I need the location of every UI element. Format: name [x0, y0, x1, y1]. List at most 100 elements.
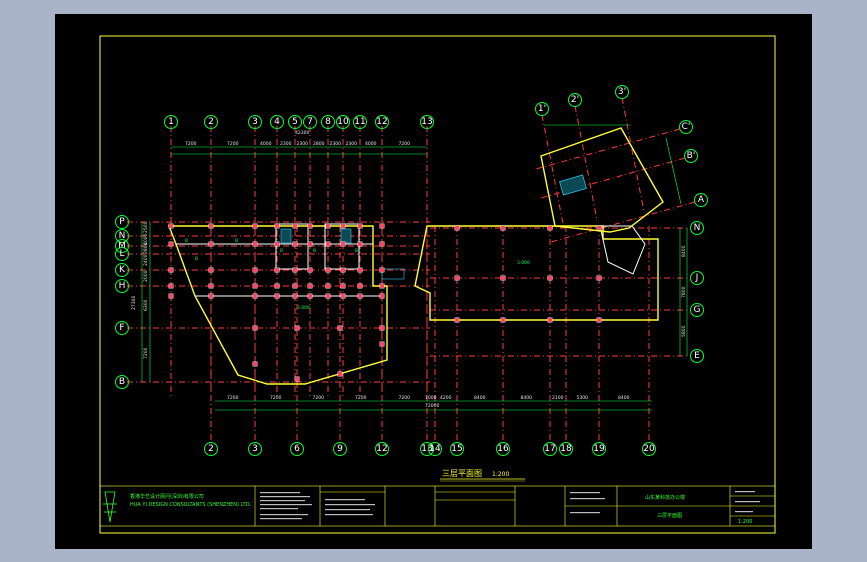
column: [292, 283, 298, 289]
column: [168, 283, 174, 289]
axis-label-bottom: 18: [560, 444, 572, 454]
room-tag: B: [235, 238, 238, 244]
dimension-bottom: 2100: [552, 395, 564, 401]
cad-window: 7200 7200 4000 2300 2300 2800 2300 2300 4000 7200…: [0, 0, 867, 562]
hall-level-tag: 3.000: [297, 305, 310, 311]
column: [357, 223, 363, 229]
axis-label-top: 11: [354, 117, 365, 127]
axis-label-bottom: 15: [451, 444, 462, 454]
column: [292, 241, 298, 247]
column: [500, 275, 506, 281]
left-total-dimension: 27300: [131, 296, 137, 310]
column: [325, 241, 331, 247]
column: [208, 283, 214, 289]
east-wing-outline: [414, 225, 659, 321]
axis-label-top: 13: [421, 117, 432, 127]
drawing-viewport[interactable]: 7200 7200 4000 2300 2300 2800 2300 2300 4000 7200…: [55, 14, 812, 549]
dimension-bottom: 7200: [355, 395, 367, 401]
company-logo: [103, 491, 117, 523]
dimension-bottom: 8400: [474, 395, 486, 401]
column: [547, 317, 553, 323]
dimension-bottom: 5300: [577, 395, 589, 401]
axis-label-top: 10: [337, 117, 349, 127]
drawing-title: 三层平面图: [442, 469, 482, 478]
axis-label-bottom: 16: [497, 444, 509, 454]
grid-line-rotated: [541, 114, 565, 230]
dimension-bottom: 1000: [425, 395, 437, 401]
dimension-bottom: 4200: [440, 395, 452, 401]
column: [274, 267, 280, 273]
bottom-total-dimension: 72000: [425, 403, 439, 409]
axis-label-top: 12: [376, 117, 387, 127]
axis-label-right: J: [695, 273, 699, 283]
east-hall-level-tag: 3.000: [517, 260, 530, 266]
dimension-left: 2500: [143, 221, 149, 233]
elevator-shaft-1: [280, 228, 292, 244]
tower-stair: [559, 174, 587, 196]
column: [274, 223, 280, 229]
structural-columns: [168, 223, 602, 382]
axis-label-bottom: 2: [208, 444, 214, 454]
axis-label-bottom: 9: [337, 444, 343, 454]
column: [340, 223, 346, 229]
column: [307, 241, 313, 247]
grid-line-rotated: [574, 105, 598, 221]
column: [292, 267, 298, 273]
column: [208, 223, 214, 229]
column: [379, 267, 385, 273]
column: [500, 225, 506, 231]
dimension-top: 4000: [260, 141, 272, 147]
column: [357, 267, 363, 273]
corner-stair: [599, 225, 646, 275]
column: [208, 241, 214, 247]
column: [292, 223, 298, 229]
floor-plan-drawing: 7200 7200 4000 2300 2300 2800 2300 2300 4000 7200…: [99, 35, 776, 534]
dimension-top: 7200: [227, 141, 239, 147]
axis-label-left: F: [119, 323, 124, 333]
column: [325, 267, 331, 273]
axis-label-tower: 2': [571, 95, 579, 105]
column: [252, 325, 258, 331]
column: [208, 267, 214, 273]
dimension-left: 2000: [143, 270, 149, 282]
dimension-top: 2300: [297, 141, 309, 147]
column: [340, 293, 346, 299]
axis-label-top: 8: [325, 117, 331, 127]
axis-label-tower: 3': [618, 87, 626, 97]
column: [357, 241, 363, 247]
column: [307, 267, 313, 273]
column: [307, 223, 313, 229]
column: [596, 225, 602, 231]
column: [274, 241, 280, 247]
column: [357, 283, 363, 289]
room-tag: B: [195, 256, 198, 262]
column: [379, 341, 385, 347]
column: [325, 283, 331, 289]
dimension-left: 6300: [143, 299, 149, 311]
company-name-cn: 香港华艺设计顾问(深圳)有限公司: [130, 493, 204, 500]
dimension-bottom: 8400: [521, 395, 533, 401]
column: [252, 223, 258, 229]
axis-label-tower: C': [682, 122, 691, 132]
column: [379, 223, 385, 229]
column: [337, 325, 343, 331]
axis-label-left: H: [119, 281, 126, 291]
column: [294, 376, 300, 382]
axis-label-top: 4: [274, 117, 280, 127]
company-name-en: HUA YI DESIGN CONSULTANTS (SHENZHEN) LTD…: [130, 502, 252, 508]
axis-label-tower: 1': [538, 104, 546, 114]
dimension-top: 2300: [346, 141, 358, 147]
column: [274, 283, 280, 289]
column: [168, 293, 174, 299]
axis-label-tower: B': [687, 151, 696, 161]
axis-label-right: G: [694, 305, 701, 315]
axis-label-top: 2: [208, 117, 214, 127]
dimension-right: 8400: [681, 245, 687, 257]
column: [252, 241, 258, 247]
column: [252, 283, 258, 289]
rotated-tower-outline: [540, 127, 664, 233]
column: [274, 293, 280, 299]
column: [325, 293, 331, 299]
column: [307, 293, 313, 299]
dimension-right: 7800: [681, 286, 687, 298]
